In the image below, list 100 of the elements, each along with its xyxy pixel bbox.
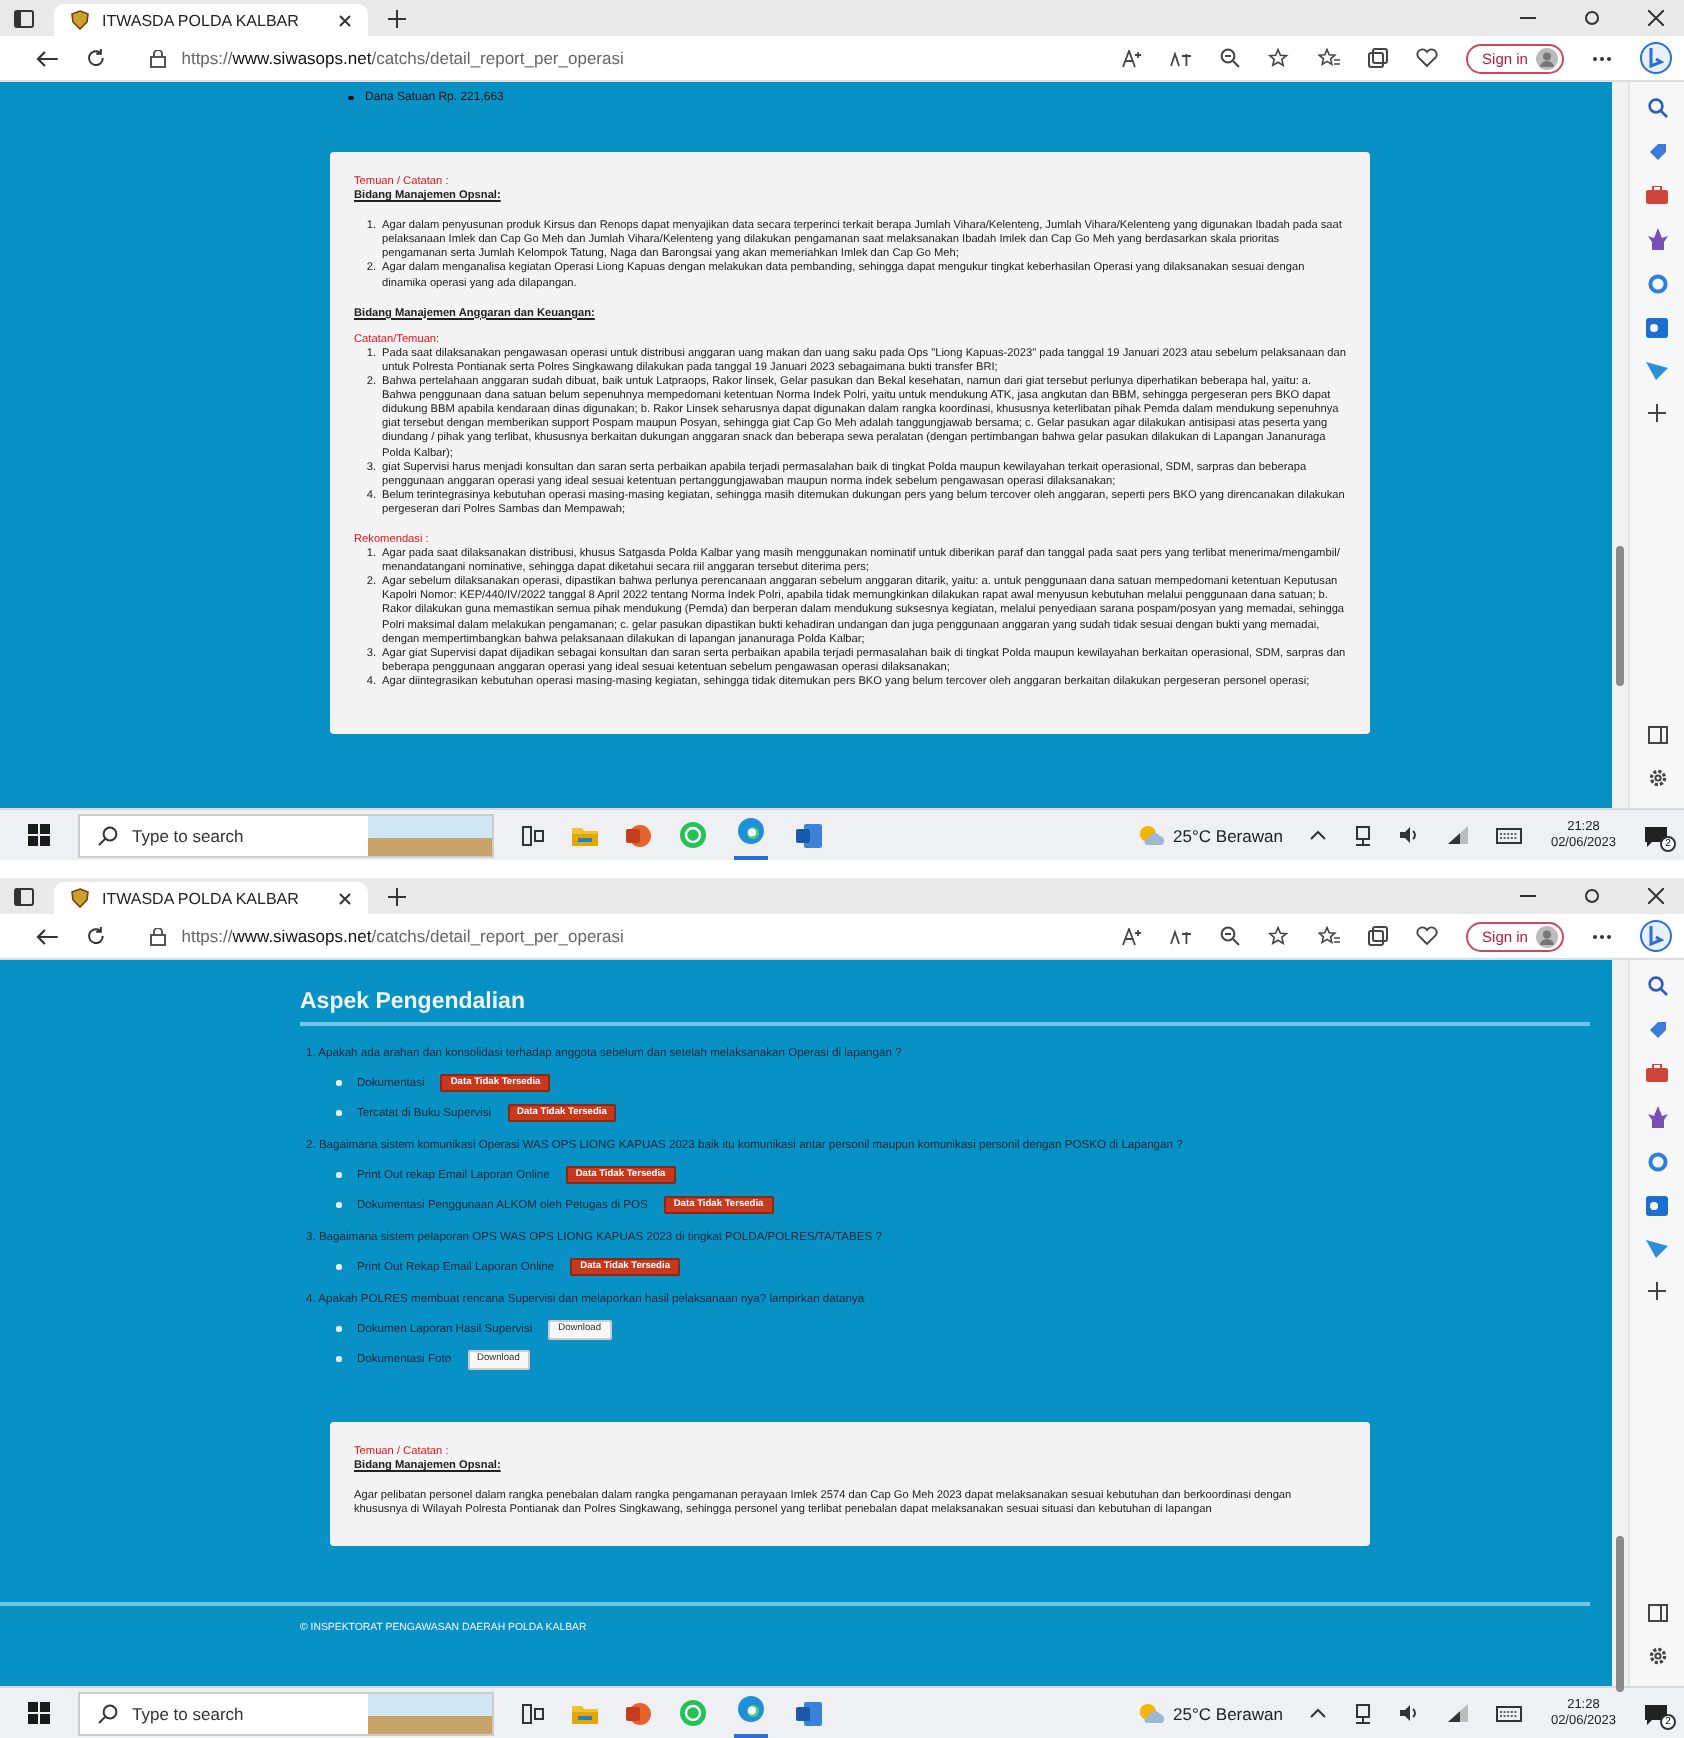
refresh-icon[interactable]: [85, 926, 106, 946]
task-view-icon[interactable]: [522, 825, 544, 845]
ring-icon[interactable]: [1647, 274, 1667, 294]
search-icon[interactable]: [1647, 976, 1667, 996]
url-text: https://www.siwasops.net/catchs/detail_report_per_operasi: [181, 48, 624, 68]
device-icon[interactable]: [1354, 1703, 1373, 1723]
more-icon[interactable]: [1591, 933, 1612, 939]
mail-icon[interactable]: [1646, 318, 1668, 338]
section-heading: Aspek Pengendalian: [300, 990, 527, 1014]
translate-icon[interactable]: [1170, 927, 1193, 945]
read-aloud-icon[interactable]: [1122, 927, 1143, 945]
restore-icon[interactable]: [1584, 888, 1600, 904]
browser-app-icon[interactable]: [738, 1695, 764, 1721]
more-icon[interactable]: [1591, 55, 1612, 61]
slides-app-icon[interactable]: [626, 1701, 652, 1725]
plus-icon[interactable]: [1648, 404, 1666, 422]
document-app-icon[interactable]: [796, 823, 822, 847]
scrollbar-thumb[interactable]: [1616, 1536, 1624, 1692]
scrollbar[interactable]: [1612, 960, 1628, 1686]
read-aloud-icon[interactable]: [1122, 49, 1143, 67]
plus-icon[interactable]: [1648, 1282, 1666, 1300]
bullet-icon: [336, 1356, 341, 1362]
browser-tab[interactable]: ITWASDA POLDA KALBAR: [54, 882, 368, 914]
bullet-icon: [336, 1172, 341, 1178]
tab-actions-icon[interactable]: [14, 9, 34, 27]
document-app-icon[interactable]: [796, 1701, 822, 1725]
panel-icon[interactable]: [1647, 1604, 1667, 1622]
chevron-up-icon[interactable]: [1310, 1708, 1327, 1718]
tag-icon[interactable]: [1647, 142, 1667, 162]
address-bar[interactable]: https://www.siwasops.net/catchs/detail_report_per_operasi: [133, 920, 1095, 952]
favorites-icon[interactable]: [1318, 48, 1341, 68]
zoom-out-icon[interactable]: [1220, 926, 1241, 946]
browser-app-icon[interactable]: [738, 817, 764, 843]
search-icon[interactable]: [1647, 98, 1667, 118]
heart-icon[interactable]: [1416, 926, 1439, 946]
photo-placeholder: [368, 1693, 492, 1733]
settings-icon[interactable]: [1647, 768, 1667, 788]
keyboard-icon[interactable]: [1496, 827, 1523, 843]
collections-icon[interactable]: [1368, 926, 1389, 946]
task-view-icon[interactable]: [522, 1703, 544, 1723]
address-bar[interactable]: https://www.siwasops.net/catchs/detail_report_per_operasi: [133, 42, 1095, 74]
close-icon[interactable]: [338, 13, 352, 27]
send-icon[interactable]: [1646, 1240, 1668, 1258]
back-arrow-icon[interactable]: [36, 49, 58, 67]
slides-app-icon[interactable]: [626, 823, 652, 847]
star-add-icon[interactable]: [1268, 926, 1291, 946]
avatar-icon: [1535, 925, 1558, 947]
chevron-up-icon[interactable]: [1310, 830, 1327, 840]
back-arrow-icon[interactable]: [36, 927, 58, 945]
bullet-icon: [336, 1080, 341, 1086]
weather-text[interactable]: 25°C Berawan: [1173, 825, 1283, 845]
folder-icon[interactable]: [572, 825, 598, 845]
tab-title: ITWASDA POLDA KALBAR: [102, 11, 301, 29]
settings-icon[interactable]: [1647, 1646, 1667, 1666]
shield-icon: [70, 888, 90, 908]
tag-icon[interactable]: [1647, 1020, 1667, 1040]
zoom-out-icon[interactable]: [1220, 48, 1241, 68]
bullet-icon: [336, 1326, 341, 1332]
chat-logo-icon[interactable]: [1639, 42, 1672, 74]
translate-icon[interactable]: [1170, 49, 1193, 67]
mail-icon[interactable]: [1646, 1196, 1668, 1216]
speaker-icon[interactable]: [1400, 1704, 1421, 1722]
briefcase-icon[interactable]: [1646, 186, 1668, 204]
briefcase-icon[interactable]: [1646, 1064, 1668, 1082]
chat-logo-icon[interactable]: [1639, 920, 1672, 952]
photo-placeholder: [368, 815, 492, 855]
close-icon[interactable]: [1648, 888, 1664, 904]
panel-icon[interactable]: [1647, 726, 1667, 744]
game-piece-icon[interactable]: [1647, 1106, 1667, 1128]
plus-icon[interactable]: [388, 887, 406, 905]
scrollbar-thumb[interactable]: [1616, 546, 1624, 686]
heart-icon[interactable]: [1416, 48, 1439, 68]
refresh-icon[interactable]: [85, 48, 106, 68]
ring-icon[interactable]: [1647, 1152, 1667, 1172]
tab-actions-icon[interactable]: [14, 887, 34, 905]
url-text: https://www.siwasops.net/catchs/detail_report_per_operasi: [181, 926, 624, 946]
star-add-icon[interactable]: [1268, 48, 1291, 68]
windows-logo-icon[interactable]: [28, 824, 50, 846]
game-piece-icon[interactable]: [1647, 228, 1667, 250]
scrollbar[interactable]: [1612, 82, 1628, 808]
folder-icon[interactable]: [572, 1703, 598, 1723]
windows-logo-icon[interactable]: [28, 1702, 50, 1724]
favorites-icon[interactable]: [1318, 926, 1341, 946]
keyboard-icon[interactable]: [1496, 1705, 1523, 1721]
restore-icon[interactable]: [1584, 10, 1600, 26]
lock-icon: [149, 49, 166, 67]
notification-icon[interactable]: [1644, 1703, 1668, 1725]
tab-title: ITWASDA POLDA KALBAR: [102, 889, 301, 907]
close-icon[interactable]: [338, 891, 352, 905]
plus-icon[interactable]: [388, 9, 406, 27]
close-icon[interactable]: [1648, 10, 1664, 26]
browser-tab[interactable]: ITWASDA POLDA KALBAR: [54, 4, 368, 36]
send-icon[interactable]: [1646, 362, 1668, 380]
notification-icon[interactable]: [1644, 825, 1668, 847]
collections-icon[interactable]: [1368, 48, 1389, 68]
speaker-icon[interactable]: [1400, 826, 1421, 844]
device-icon[interactable]: [1354, 825, 1373, 845]
bullet-icon: [336, 1202, 341, 1208]
weather-text[interactable]: 25°C Berawan: [1173, 1703, 1283, 1723]
search-icon: [98, 1703, 118, 1723]
